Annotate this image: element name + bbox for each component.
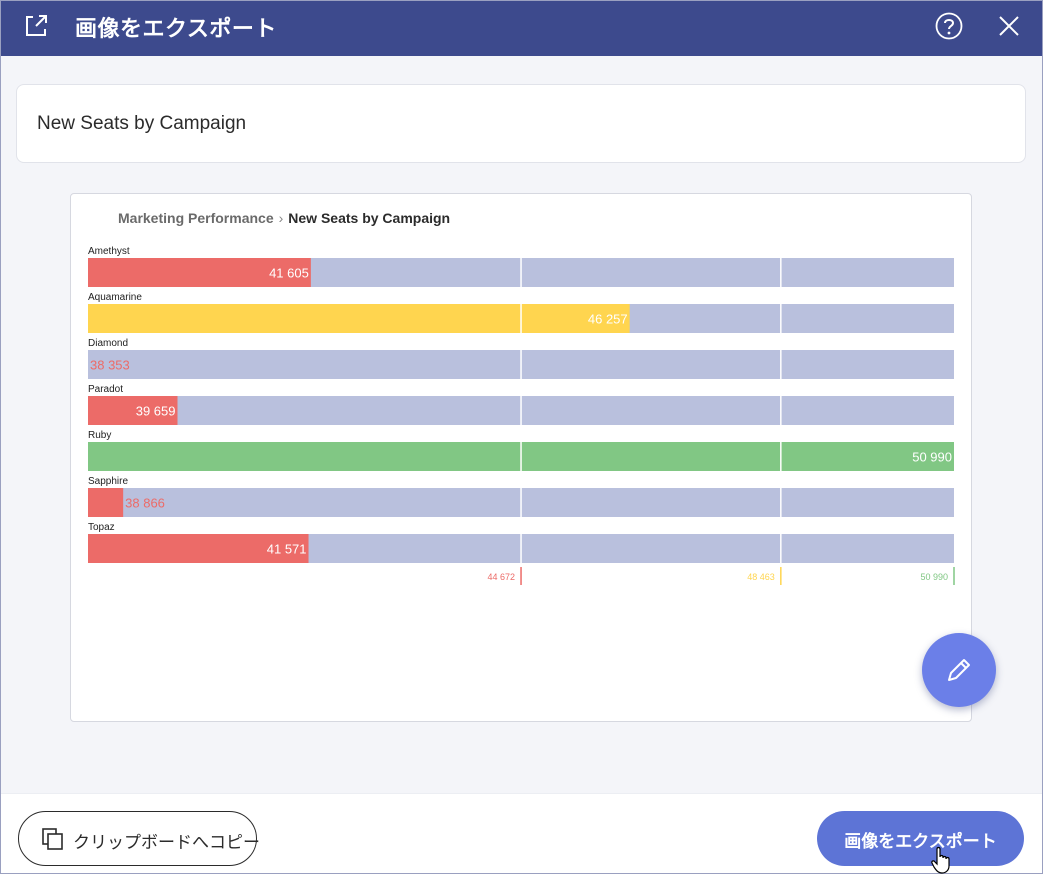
category-label: Topaz [88,522,115,533]
dialog-title: 画像をエクスポート [75,17,277,42]
category-label: Aquamarine [88,292,142,303]
edit-fab-button[interactable] [922,633,996,707]
help-icon[interactable] [935,12,963,40]
threshold-label: 48 463 [747,572,775,582]
copy-button-label: クリップボードへコピー [73,833,260,853]
bar-value-label: 41 605 [269,266,309,281]
dialog-footer: クリップボードへコピー 画像をエクスポート [1,793,1042,873]
close-icon[interactable] [997,14,1021,38]
category-label: Sapphire [88,476,128,487]
bar-value-label: 41 571 [267,542,307,557]
copy-to-clipboard-button[interactable]: クリップボードへコピー [18,811,260,866]
image-name-input[interactable] [37,111,997,137]
dialog-header: 画像をエクスポート [1,1,1042,56]
threshold-label: 50 990 [920,572,948,582]
bar [88,488,124,517]
image-name-field[interactable] [16,84,1026,163]
bar-value-label: 50 990 [912,450,952,465]
bar-value-label: 38 866 [125,496,165,511]
category-label: Ruby [88,430,111,441]
export-image-button[interactable]: 画像をエクスポート [817,811,1024,866]
bar-value-label: 38 353 [90,358,130,373]
export-button-label: 画像をエクスポート [844,832,997,852]
category-label: Amethyst [88,246,130,257]
pencil-icon [948,659,970,681]
bar-value-label: 39 659 [136,404,176,419]
bullet-chart: Amethyst 41 605 Aquamarine 46 257 Diamond 38 … [88,246,955,585]
bar-value-label: 46 257 [588,312,628,327]
category-label: Diamond [88,338,128,349]
threshold-label: 44 672 [488,572,516,582]
copy-icon [42,828,63,850]
export-icon [26,15,47,36]
bar [88,304,630,333]
chart-preview: Marketing Performance › New Seats by Campa… [70,193,972,722]
category-label: Paradot [88,384,123,395]
